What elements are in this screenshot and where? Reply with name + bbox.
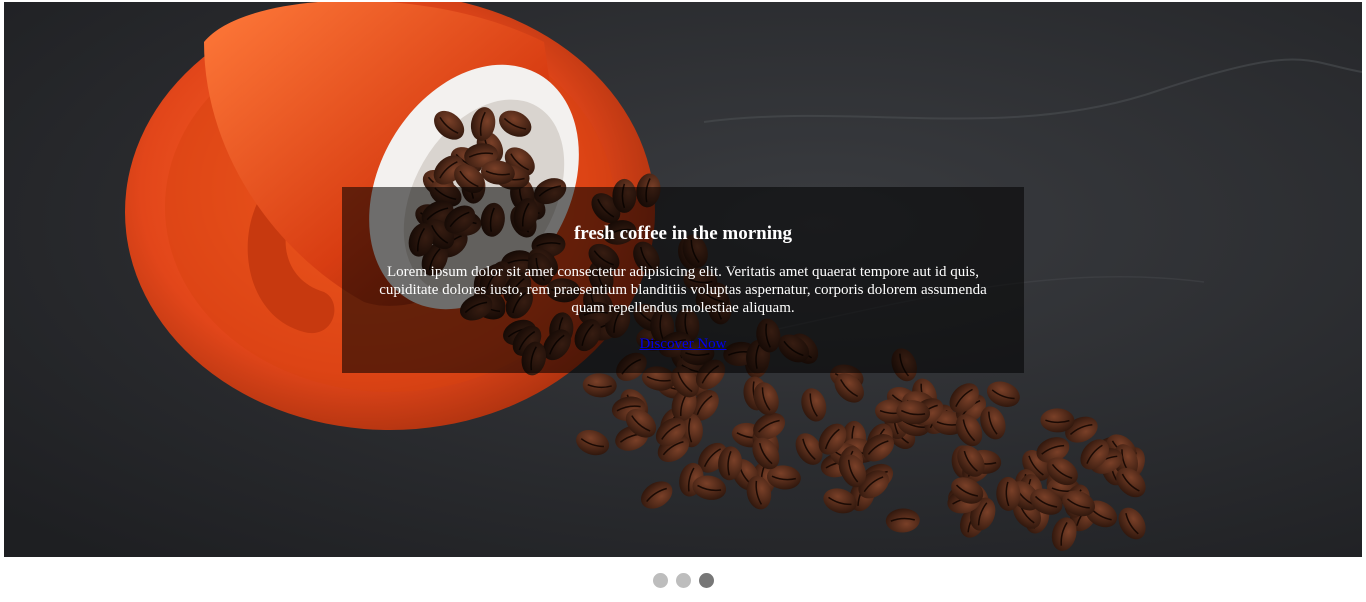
slide-caption: fresh coffee in the morning Lorem ipsum … bbox=[342, 187, 1024, 373]
slider-dot-2[interactable] bbox=[675, 573, 691, 588]
slider-pagination bbox=[0, 573, 1366, 591]
discover-now-link[interactable]: Discover Now bbox=[639, 336, 726, 352]
slide-title: fresh coffee in the morning bbox=[573, 223, 793, 244]
slider-dot-1[interactable] bbox=[652, 573, 668, 588]
hero-slider: fresh coffee in the morning Lorem ipsum … bbox=[4, 2, 1362, 557]
slider-dot-3[interactable] bbox=[698, 573, 714, 588]
slide-description: Lorem ipsum dolor sit amet consectetur a… bbox=[379, 264, 987, 316]
